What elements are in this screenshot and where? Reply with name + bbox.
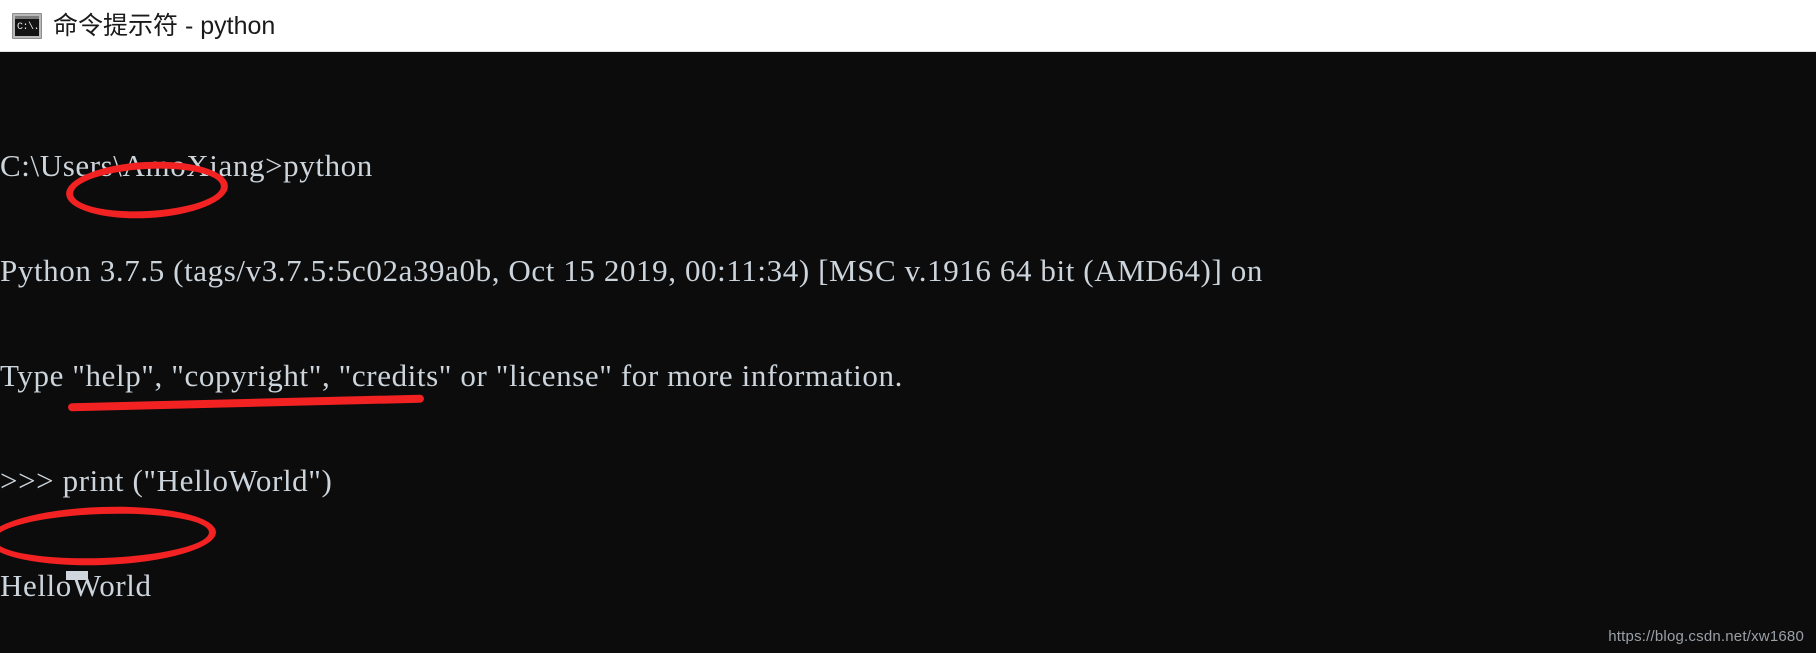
console-text: C:\Users\AmoXiang>python Python 3.7.5 (t… <box>0 78 1816 653</box>
console-line: HelloWorld <box>0 568 152 603</box>
cmd-prompt-icon: C:\. <box>12 12 42 39</box>
text-cursor <box>66 571 88 580</box>
console-line: Type "help", "copyright", "credits" or "… <box>0 358 903 393</box>
command-prompt-window: C:\. 命令提示符 - python C:\Users\AmoXiang>py… <box>0 0 1816 653</box>
console-output-area[interactable]: C:\Users\AmoXiang>python Python 3.7.5 (t… <box>0 52 1816 653</box>
watermark: https://blog.csdn.net/xw1680 <box>1608 628 1804 645</box>
window-titlebar: C:\. 命令提示符 - python <box>0 0 1816 52</box>
titlebar-content: C:\. 命令提示符 - python <box>0 11 275 41</box>
console-line: C:\Users\AmoXiang>python <box>0 148 373 183</box>
console-line: >>> print ("HelloWorld") <box>0 463 333 498</box>
window-title: 命令提示符 - python <box>53 11 276 40</box>
cmd-icon-glyph: C:\. <box>15 18 39 36</box>
console-line: Python 3.7.5 (tags/v3.7.5:5c02a39a0b, Oc… <box>0 253 1263 288</box>
